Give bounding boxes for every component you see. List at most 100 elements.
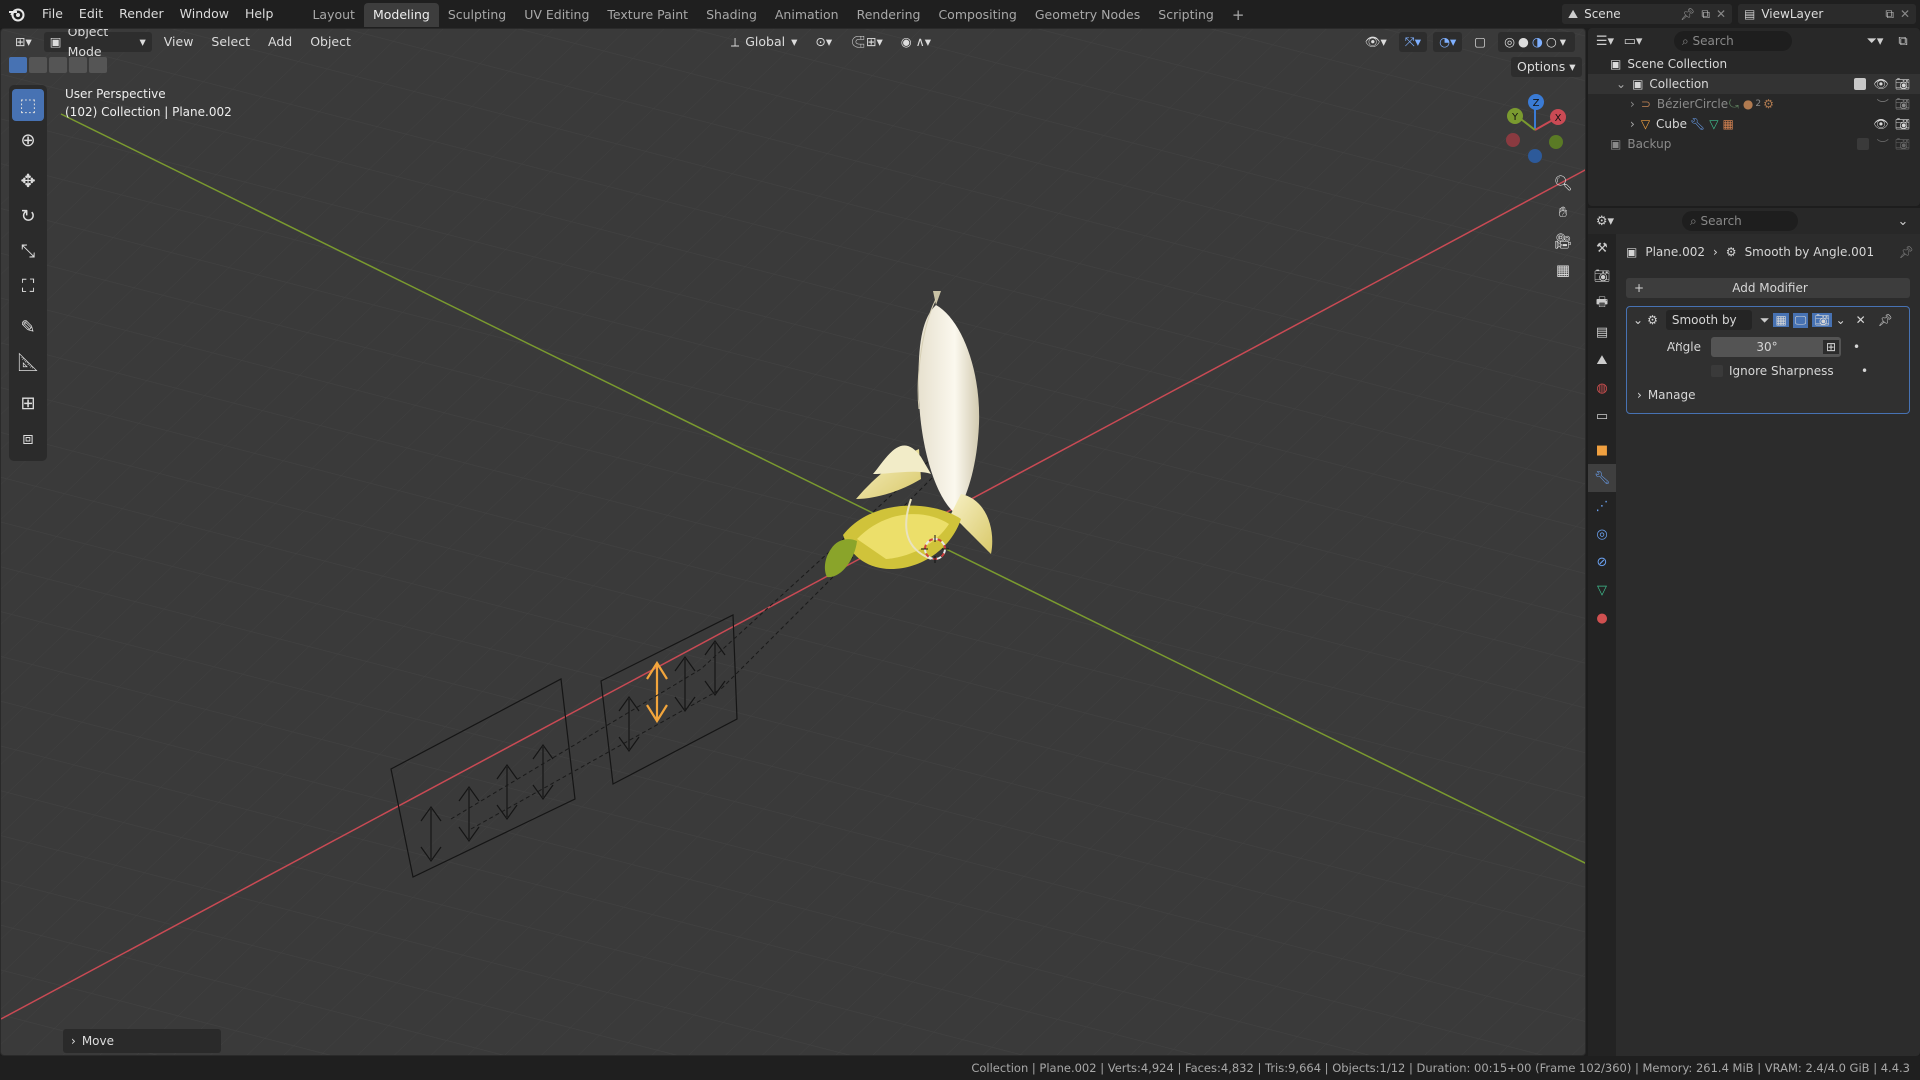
new-collection-icon[interactable]: ⧉ <box>1892 31 1914 51</box>
tab-texture-paint[interactable]: Texture Paint <box>598 3 697 27</box>
cursor-tool-icon[interactable]: ⊕ <box>12 124 44 156</box>
chevron-right-icon[interactable]: › <box>1630 97 1635 111</box>
outliner-item-beziercircle[interactable]: › ⊃ BézierCircle ⤿ ● 2 ⚙ ︶ 📷︎ <box>1610 94 1920 114</box>
transform-orientation-dropdown[interactable]: ⟂ Global ▾ <box>725 32 804 52</box>
close-icon[interactable]: ✕ <box>1856 313 1866 327</box>
camera-icon[interactable]: 📷︎ <box>1895 137 1910 151</box>
camera-icon[interactable]: 📷︎ <box>1895 117 1910 131</box>
properties-editor-icon[interactable]: ⚙▾ <box>1594 211 1616 231</box>
camera-view-icon[interactable]: 🎥︎ <box>1549 227 1577 255</box>
visibility-icon[interactable]: 👁︎▾ <box>1359 32 1393 52</box>
data-tab-icon[interactable]: ▽ <box>1588 576 1616 604</box>
properties-search-input[interactable]: ⌕ Search <box>1682 211 1798 231</box>
exclude-checkbox[interactable] <box>1856 138 1869 150</box>
output-tab-icon[interactable]: 🖶︎ <box>1588 290 1616 318</box>
camera-icon[interactable]: 📷︎ <box>1895 77 1910 91</box>
keyframe-dot-icon[interactable]: • <box>1853 340 1860 354</box>
annotate-tool-icon[interactable]: ✎ <box>12 311 44 343</box>
menu-help[interactable]: Help <box>237 0 282 28</box>
menu-object[interactable]: Object <box>304 32 357 52</box>
particles-tab-icon[interactable]: ⋰ <box>1588 492 1616 520</box>
menu-edit[interactable]: Edit <box>71 0 111 28</box>
chevron-down-icon[interactable]: ⌄ <box>1836 313 1846 327</box>
view-layer-tab-icon[interactable]: ▤ <box>1588 318 1616 346</box>
eye-icon[interactable]: ︶ <box>1877 136 1889 153</box>
add-modifier-button[interactable]: + Add Modifier <box>1626 278 1910 298</box>
tab-geometry-nodes[interactable]: Geometry Nodes <box>1026 3 1149 27</box>
outliner-item-collection[interactable]: ⌄ ▣ Collection 👁︎ 📷︎ <box>1588 74 1920 94</box>
menu-window[interactable]: Window <box>172 0 237 28</box>
render-tab-icon[interactable]: 📷︎ <box>1588 262 1616 290</box>
render-toggle-icon[interactable]: 📷︎ <box>1812 313 1832 327</box>
outliner-item-backup[interactable]: ▣ Backup ︶ 📷︎ <box>1610 134 1920 154</box>
move-tool-icon[interactable]: ✥ <box>12 165 44 197</box>
add-primitive-tool-icon[interactable]: ⧈ <box>12 422 44 454</box>
menu-view[interactable]: View <box>158 32 200 52</box>
chevron-down-icon[interactable]: ⌄ <box>1616 77 1626 91</box>
new-scene-icon[interactable]: ⧉ <box>1701 7 1710 22</box>
angle-field[interactable]: 30° ⊞ <box>1711 337 1841 357</box>
menu-render[interactable]: Render <box>111 0 172 28</box>
proportional-edit-icon[interactable]: ◉ ∧▾ <box>895 32 937 52</box>
viewport-toggle-icon[interactable]: 🖵︎ <box>1792 312 1809 328</box>
last-operator-panel[interactable]: › Move <box>63 1029 221 1053</box>
manage-subpanel[interactable]: › Manage <box>1627 383 1909 407</box>
xray-toggle-icon[interactable]: ▢ <box>1468 32 1492 52</box>
eye-icon[interactable]: ︶ <box>1877 96 1889 113</box>
pivot-point-icon[interactable]: ⊙▾ <box>809 32 838 52</box>
tab-animation[interactable]: Animation <box>766 3 848 27</box>
new-viewlayer-icon[interactable]: ⧉ <box>1885 7 1894 22</box>
edit-mode-toggle-icon[interactable]: ⏷ <box>1760 313 1770 328</box>
measure-tool-icon[interactable]: 📐︎ <box>12 346 44 378</box>
shading-mode-buttons[interactable]: ◎●◑○▾ <box>1498 32 1575 52</box>
add-cube-tool-icon[interactable]: ⊞ <box>12 387 44 419</box>
tab-sculpting[interactable]: Sculpting <box>439 3 515 27</box>
outliner-item-cube[interactable]: › ▽ Cube 🔧︎ ▽ ▦ 👁︎ 📷︎ <box>1610 114 1920 134</box>
overlay-toggle-icon[interactable]: ◔▾ <box>1433 32 1463 52</box>
tab-rendering[interactable]: Rendering <box>848 3 930 27</box>
display-mode-icon[interactable]: ▭▾ <box>1622 31 1644 51</box>
modifier-name-field[interactable]: Smooth by ... <box>1665 310 1752 347</box>
tab-scripting[interactable]: Scripting <box>1149 3 1223 27</box>
pan-hand-icon[interactable]: ✋︎ <box>1549 198 1577 226</box>
rotate-tool-icon[interactable]: ↻ <box>12 200 44 232</box>
constraints-tab-icon[interactable]: ⊘ <box>1588 548 1616 576</box>
eye-icon[interactable]: 👁︎ <box>1874 117 1889 131</box>
eye-icon[interactable]: 👁︎ <box>1874 77 1889 91</box>
gizmo-toggle-icon[interactable]: ⤧▾ <box>1398 32 1428 52</box>
tab-modeling[interactable]: Modeling <box>363 3 439 27</box>
material-tab-icon[interactable]: ● <box>1588 604 1616 632</box>
collection-tab-icon[interactable]: ▭ <box>1588 402 1616 430</box>
outliner-search-input[interactable]: ⌕ Search <box>1674 31 1792 51</box>
viewport-canvas[interactable]: Z X Y <box>1 29 1586 1056</box>
zoom-icon[interactable]: 🔍︎ <box>1549 169 1577 197</box>
tab-compositing[interactable]: Compositing <box>929 3 1025 27</box>
remove-scene-icon[interactable]: ✕ <box>1716 7 1726 21</box>
scene-tab-icon[interactable]: ⛰ <box>1588 346 1616 374</box>
scene-selector[interactable]: ⛰ Scene 📌︎ ⧉ ✕ <box>1562 4 1732 24</box>
outliner-editor-icon[interactable]: ☰▾ <box>1594 31 1616 51</box>
3d-viewport[interactable]: Z X Y ⊞▾ ▣ Object Mode ▾ View Select Add… <box>0 28 1586 1056</box>
tab-uv-editing[interactable]: UV Editing <box>515 3 598 27</box>
add-workspace-button[interactable]: + <box>1223 3 1254 27</box>
tool-tab-icon[interactable]: ⚒ <box>1588 234 1616 262</box>
chevron-right-icon[interactable]: › <box>1630 117 1635 131</box>
mode-dropdown[interactable]: ▣ Object Mode ▾ <box>43 29 152 59</box>
filter-icon[interactable]: ⏷▾ <box>1864 31 1886 51</box>
exclude-checkbox[interactable] <box>1853 78 1866 90</box>
camera-icon[interactable]: 📷︎ <box>1895 97 1910 111</box>
world-tab-icon[interactable]: ◍ <box>1588 374 1616 402</box>
pin-icon[interactable]: 📌︎ <box>1899 245 1914 259</box>
scale-tool-icon[interactable]: ⤡ <box>12 235 44 267</box>
chevron-down-icon[interactable]: ⌄ <box>1892 211 1914 231</box>
pin-icon[interactable]: 📌︎ <box>1680 7 1695 21</box>
snap-icon[interactable]: 🧲︎⊞▾ <box>844 32 889 52</box>
options-dropdown[interactable]: Options ▾ <box>1511 57 1582 77</box>
ignore-sharpness-checkbox[interactable] <box>1711 365 1723 377</box>
viewlayer-selector[interactable]: ▤ ViewLayer ⧉ ✕ <box>1738 4 1916 24</box>
chevron-down-icon[interactable]: ⌄ <box>1633 313 1643 327</box>
pin-icon[interactable]: 📌︎ <box>1878 313 1893 327</box>
menu-file[interactable]: File <box>34 0 71 28</box>
menu-add[interactable]: Add <box>262 32 298 52</box>
select-mode-buttons[interactable] <box>9 57 107 73</box>
